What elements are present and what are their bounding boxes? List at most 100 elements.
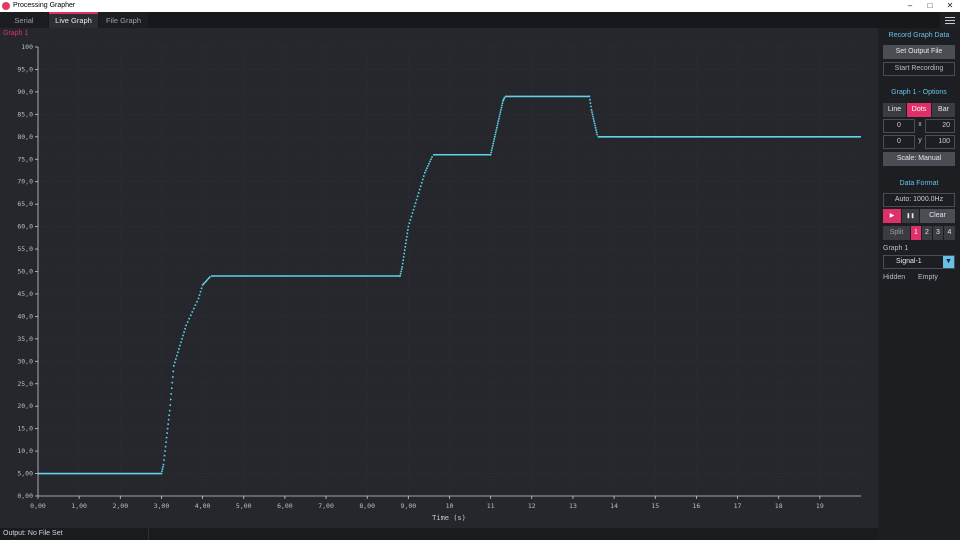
signal-dot (422, 175, 425, 177)
signal-dot (496, 124, 499, 127)
signal-dot (405, 239, 408, 241)
y-tick-label: 75,0 (17, 155, 33, 163)
signal-dot (186, 321, 189, 323)
signal-dot (399, 275, 401, 277)
split-option-4[interactable]: 4 (944, 226, 955, 240)
graph-area[interactable]: 0,00 1,00 2,00 3,00 4,00 5,00 6,00 7,00 8,00 9,00… (0, 28, 878, 528)
signal-dot (161, 468, 164, 470)
signal-dot (411, 212, 414, 214)
signal-dot (403, 249, 406, 251)
signal-dot (194, 304, 197, 306)
y-tick-label: 60,0 (17, 223, 33, 231)
x-tick-label: 9,00 (401, 502, 417, 510)
signal-dot (593, 120, 595, 122)
title-bar: Processing Grapher – □ ✕ (0, 0, 960, 12)
split-option-3[interactable]: 3 (933, 226, 943, 240)
dots-mode-button[interactable]: Dots (907, 103, 931, 117)
graph-select-label: Graph 1 (883, 245, 909, 252)
x-tick-label: 12 (528, 502, 536, 510)
x-axis-label: x (918, 121, 922, 128)
split-button[interactable]: Split (883, 226, 910, 240)
signal-dot (429, 160, 431, 163)
live-graph-plot[interactable]: 0,00 1,00 2,00 3,00 4,00 5,00 6,00 7,00 8,00 9,00… (0, 28, 878, 528)
window-title: Processing Grapher (13, 2, 76, 9)
signal-dot (595, 131, 598, 134)
signal-select[interactable]: Signal-1 ▼ (883, 255, 955, 269)
y-tick-label: 5,00 (17, 470, 33, 478)
y-tick-label: 10,0 (17, 447, 33, 455)
x-tick-label: 17 (734, 502, 742, 510)
x-max-input[interactable]: 20 (925, 119, 955, 133)
menu-line-icon (945, 23, 955, 24)
y-tick-label: 85,0 (17, 110, 33, 118)
signal-dot (160, 472, 163, 475)
signal-dot (501, 104, 503, 107)
signal-dot (400, 270, 402, 273)
x-tick-label: 5,00 (236, 502, 252, 510)
signal-dot (490, 151, 492, 154)
menu-line-icon (945, 17, 955, 18)
record-section-title: Record Graph Data (888, 32, 950, 39)
settings-menu-button[interactable] (940, 12, 960, 28)
x-min-input[interactable]: 0 (883, 119, 915, 133)
signal-dot (592, 115, 594, 118)
data-format-title: Data Format (899, 180, 939, 187)
y-min-input[interactable]: 0 (883, 135, 915, 149)
y-tick-label: 0,00 (17, 492, 33, 500)
signal-dot (591, 113, 594, 116)
signal-dot (408, 222, 411, 225)
maximize-icon[interactable]: □ (920, 0, 940, 12)
chevron-down-icon[interactable]: ▼ (943, 256, 954, 268)
signal-dot (431, 156, 433, 158)
x-tick-label: 8,00 (359, 502, 375, 510)
split-option-2[interactable]: 2 (922, 226, 932, 240)
tab-serial[interactable]: Serial (0, 12, 48, 28)
signal-dot (171, 376, 174, 378)
tab-live-graph[interactable]: Live Graph (49, 12, 98, 28)
hidden-label[interactable]: Hidden (883, 274, 905, 281)
signal-dot (404, 242, 407, 245)
scale-mode-button[interactable]: Scale: Manual (883, 152, 955, 166)
signal-dot (401, 262, 404, 265)
signal-dot (594, 124, 596, 127)
start-recording-button[interactable]: Start Recording (883, 62, 955, 76)
set-output-file-button[interactable]: Set Output File (883, 45, 955, 59)
signal-dot (414, 202, 417, 204)
line-mode-button[interactable]: Line (883, 103, 906, 117)
signal-dot (501, 102, 504, 104)
signal-dot (163, 454, 166, 457)
signal-dot (170, 387, 173, 390)
signal-dot (162, 463, 165, 466)
signal-dot (412, 208, 415, 211)
pause-button[interactable]: ❚❚ (902, 209, 919, 223)
app-logo-icon (2, 2, 10, 10)
y-tick-label: 100 (21, 43, 33, 51)
y-tick-label: 15,0 (17, 425, 33, 433)
signal-dot (497, 122, 499, 125)
signal-dot (163, 459, 165, 461)
x-tick-label: 19 (816, 502, 824, 510)
tab-file-graph[interactable]: File Graph (99, 12, 148, 28)
signal-dot (172, 370, 175, 373)
y-max-input[interactable]: 100 (925, 135, 955, 149)
signal-dot (424, 171, 426, 174)
signal-dot (420, 182, 423, 184)
tab-bar: Serial Live Graph File Graph (0, 12, 960, 28)
signal-dot (167, 423, 169, 425)
signal-dot (491, 144, 494, 147)
sample-rate-field[interactable]: Auto: 1000.0Hz (883, 193, 955, 207)
play-button[interactable]: ▶ (883, 209, 901, 223)
signal-dot (591, 111, 593, 113)
signal-dot (489, 153, 492, 156)
empty-label[interactable]: Empty (918, 274, 938, 281)
signal-dot (417, 192, 420, 194)
y-tick-label: 20,0 (17, 402, 33, 410)
split-option-1[interactable]: 1 (911, 226, 921, 240)
signal-dot (169, 398, 172, 401)
close-icon[interactable]: ✕ (940, 0, 960, 12)
minimize-icon[interactable]: – (900, 0, 920, 12)
signal-dot (592, 118, 595, 120)
clear-button[interactable]: Clear (920, 209, 955, 223)
bar-mode-button[interactable]: Bar (932, 103, 955, 117)
signal-dot (403, 252, 406, 255)
